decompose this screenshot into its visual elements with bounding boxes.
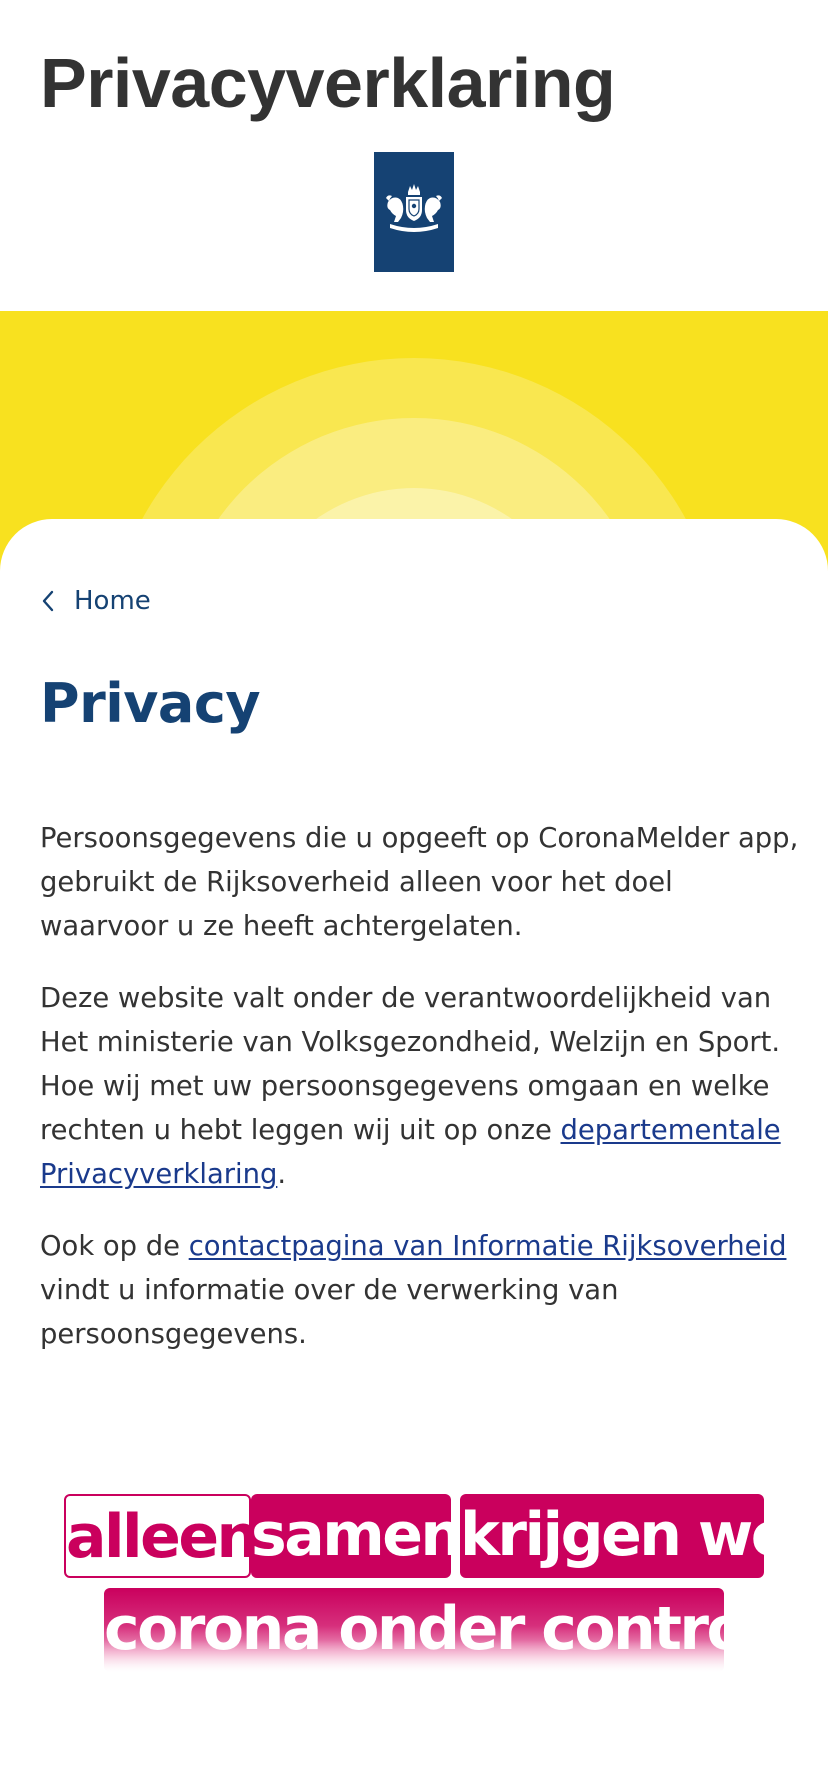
slogan-fade-overlay <box>0 1640 828 1680</box>
paragraph-2-end: . <box>277 1159 287 1190</box>
paragraph-3-text: Ook op de <box>40 1231 189 1262</box>
paragraph-3-end: vindt u informatie over de verwerking va… <box>40 1275 619 1350</box>
paragraph-3: Ook op de contactpagina van Informatie R… <box>40 1225 800 1357</box>
paragraph-2: Deze website valt onder de verantwoordel… <box>40 977 800 1197</box>
top-header: Privacyverklaring <box>0 0 828 311</box>
slogan-word-samen: samen <box>251 1494 463 1578</box>
rijksoverheid-logo[interactable] <box>374 152 454 272</box>
coat-of-arms-icon <box>374 152 454 272</box>
breadcrumb-label: Home <box>74 586 151 616</box>
privacy-body: Persoonsgegevens die u opgeeft op Corona… <box>40 817 800 1385</box>
paragraph-1: Persoonsgegevens die u opgeeft op Corona… <box>40 823 799 942</box>
section-title: Privacy <box>40 672 261 735</box>
breadcrumb-home-link[interactable]: Home <box>40 585 151 617</box>
contact-page-link[interactable]: contactpagina van Informatie Rijksoverhe… <box>189 1231 787 1262</box>
page-heading: Privacyverklaring <box>40 44 616 122</box>
campaign-slogan: alleen samen krijgen we corona onder con… <box>0 1494 828 1672</box>
page: Privacyverklaring Home Privacy Persoonsg… <box>0 0 828 1792</box>
chevron-left-icon <box>42 590 54 612</box>
slogan-word-alleen: alleen <box>64 1494 259 1578</box>
slogan-word-krijgen-we: krijgen we <box>460 1494 792 1578</box>
